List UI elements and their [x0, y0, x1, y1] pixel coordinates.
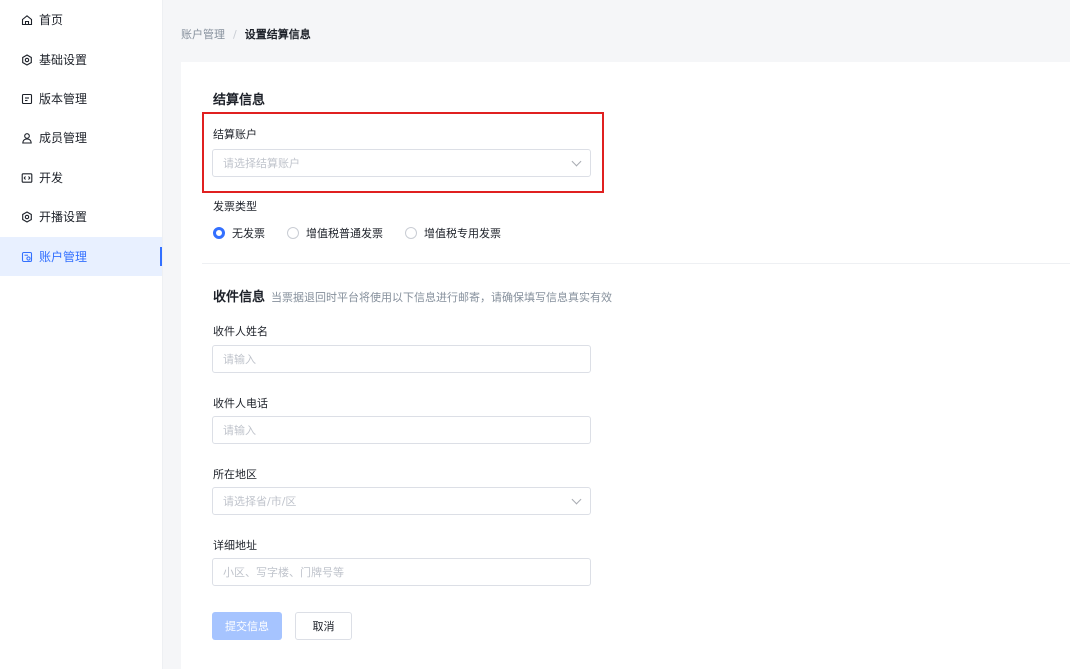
receiver-phone-label: 收件人电话	[213, 397, 268, 410]
address-placeholder: 小区、写字楼、门牌号等	[223, 566, 344, 579]
breadcrumb-separator: /	[233, 27, 237, 41]
invoice-radio-normal[interactable]: 增值税普通发票	[287, 225, 383, 241]
settlement-section-title: 结算信息	[213, 93, 266, 108]
sidebar-item-label: 开播设置	[39, 210, 88, 224]
broadcast-icon	[21, 210, 33, 223]
sidebar-item-label: 版本管理	[39, 92, 88, 106]
sidebar-item-members[interactable]: 成员管理	[0, 118, 162, 157]
account-icon	[21, 251, 33, 263]
app-root: 首页 基础设置 版本管理 成员管理 开发 开播设置 账户管理 账户管理 / 设置…	[0, 0, 1070, 669]
code-icon	[21, 172, 33, 184]
invoice-radio-none[interactable]: 无发票	[213, 225, 265, 241]
submit-button[interactable]: 提交信息	[212, 612, 282, 640]
receiver-title-text: 收件信息	[213, 290, 266, 305]
home-icon	[21, 14, 33, 26]
receiver-hint: 当票据退回时平台将使用以下信息进行邮寄，请确保填写信息真实有效	[271, 291, 613, 304]
receiver-phone-placeholder: 请输入	[223, 424, 256, 437]
highlight-box	[202, 112, 604, 193]
invoice-option-label: 增值税普通发票	[306, 227, 383, 240]
receiver-name-input[interactable]: 请输入	[212, 345, 591, 373]
breadcrumb: 账户管理 / 设置结算信息	[181, 26, 311, 42]
sidebar-item-label: 首页	[39, 13, 64, 27]
invoice-type-label: 发票类型	[213, 200, 257, 213]
version-icon	[21, 93, 33, 105]
sidebar-item-account[interactable]: 账户管理	[0, 237, 162, 276]
receiver-name-placeholder: 请输入	[223, 353, 256, 366]
sidebar-item-label: 开发	[39, 171, 64, 185]
receiver-section-title: 收件信息 当票据退回时平台将使用以下信息进行邮寄，请确保填写信息真实有效	[213, 286, 612, 305]
user-icon	[21, 132, 33, 144]
invoice-option-label: 增值税专用发票	[424, 227, 501, 240]
section-divider	[202, 263, 1070, 264]
region-select[interactable]: 请选择省/市/区	[212, 487, 591, 515]
sidebar-item-label: 账户管理	[39, 250, 88, 264]
breadcrumb-parent[interactable]: 账户管理	[181, 26, 225, 42]
receiver-phone-input[interactable]: 请输入	[212, 416, 591, 444]
cancel-button[interactable]: 取消	[295, 612, 352, 640]
sidebar-item-dev[interactable]: 开发	[0, 158, 162, 197]
sidebar-item-broadcast[interactable]: 开播设置	[0, 197, 162, 236]
invoice-type-radio-group: 无发票 增值税普通发票 增值税专用发票	[213, 225, 523, 241]
invoice-radio-special[interactable]: 增值税专用发票	[405, 225, 501, 241]
sidebar: 首页 基础设置 版本管理 成员管理 开发 开播设置 账户管理	[0, 0, 163, 669]
invoice-option-label: 无发票	[232, 227, 265, 240]
sidebar-item-basic-settings[interactable]: 基础设置	[0, 40, 162, 79]
sidebar-item-label: 基础设置	[39, 53, 88, 67]
region-placeholder: 请选择省/市/区	[223, 495, 297, 508]
sidebar-item-home[interactable]: 首页	[0, 0, 162, 39]
address-label: 详细地址	[213, 539, 257, 552]
radio-unchecked-icon	[405, 227, 417, 239]
sidebar-item-version[interactable]: 版本管理	[0, 79, 162, 118]
radio-unchecked-icon	[287, 227, 299, 239]
receiver-name-label: 收件人姓名	[213, 325, 268, 338]
address-input[interactable]: 小区、写字楼、门牌号等	[212, 558, 591, 586]
sidebar-item-label: 成员管理	[39, 131, 88, 145]
breadcrumb-current: 设置结算信息	[244, 28, 311, 41]
radio-checked-icon	[213, 227, 225, 239]
settings-icon	[21, 53, 33, 66]
chevron-down-icon	[571, 494, 582, 505]
region-label: 所在地区	[213, 468, 257, 481]
